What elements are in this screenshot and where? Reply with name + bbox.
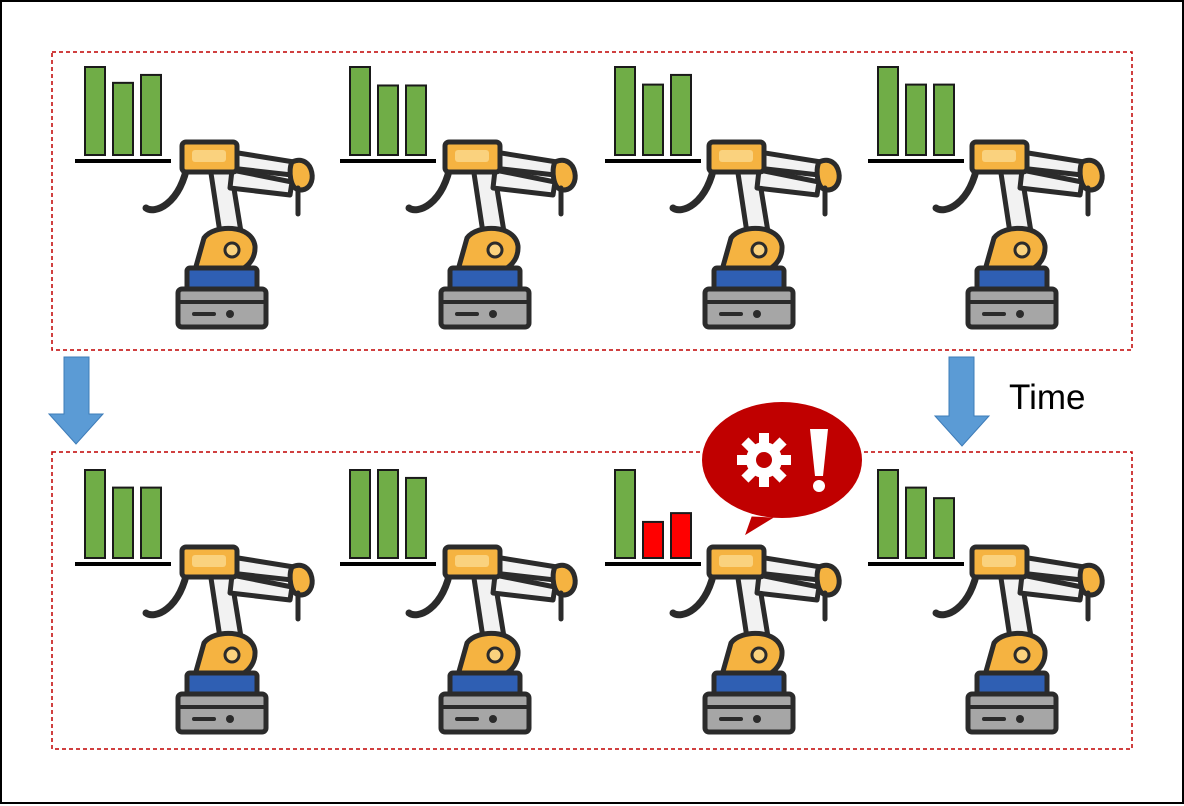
bar (405, 476, 427, 560)
bar (877, 66, 899, 156)
chart-baseline (75, 159, 171, 163)
bar-chart-earlier-1 (75, 66, 171, 163)
robot-arm-icon (146, 142, 312, 327)
bar-chart-earlier-4 (868, 66, 964, 163)
bar-chart-earlier-3 (605, 66, 701, 163)
bar (349, 469, 371, 559)
bar (905, 486, 927, 560)
bar (933, 497, 955, 560)
arrow-down-icon (933, 356, 991, 447)
bar (614, 66, 636, 156)
bar (112, 486, 134, 560)
bar (349, 66, 371, 156)
robot-arm-icon (936, 142, 1102, 327)
chart-baseline (340, 159, 436, 163)
robot-arm-icon (673, 547, 839, 732)
bar (905, 83, 927, 156)
gear-exclamation-icon (702, 402, 862, 536)
bar-chart-later-4 (868, 469, 964, 566)
bar (670, 512, 692, 559)
bar (614, 469, 636, 559)
chart-baseline (605, 562, 701, 566)
robot-arm-icon (409, 547, 575, 732)
bar (642, 520, 664, 559)
robot-arm-icon (673, 142, 839, 327)
chart-baseline (340, 562, 436, 566)
bar (140, 73, 162, 156)
robot-arm-icon (146, 547, 312, 732)
bar (84, 469, 106, 559)
robot-arm-icon (936, 547, 1102, 732)
bar (377, 84, 399, 156)
machine-monitoring-diagram (47, 51, 1133, 750)
time-label: Time (1009, 378, 1086, 417)
arrow-down-icon (47, 356, 105, 445)
robot-arm-icon (409, 142, 575, 327)
bar (670, 73, 692, 156)
bar-chart-earlier-2 (340, 66, 436, 163)
bar (140, 486, 162, 560)
chart-baseline (75, 562, 171, 566)
bar-chart-later-2 (340, 469, 436, 566)
bar (642, 83, 664, 156)
bar (377, 469, 399, 559)
chart-baseline (605, 159, 701, 163)
bar (112, 81, 134, 156)
chart-baseline (868, 562, 964, 566)
bar (84, 66, 106, 156)
bar-chart-later-3 (605, 469, 701, 566)
bar (877, 469, 899, 559)
diagram-canvas: Time (0, 0, 1184, 804)
bar-chart-later-1 (75, 469, 171, 566)
bar (933, 83, 955, 156)
chart-baseline (868, 159, 964, 163)
bar (405, 84, 427, 156)
